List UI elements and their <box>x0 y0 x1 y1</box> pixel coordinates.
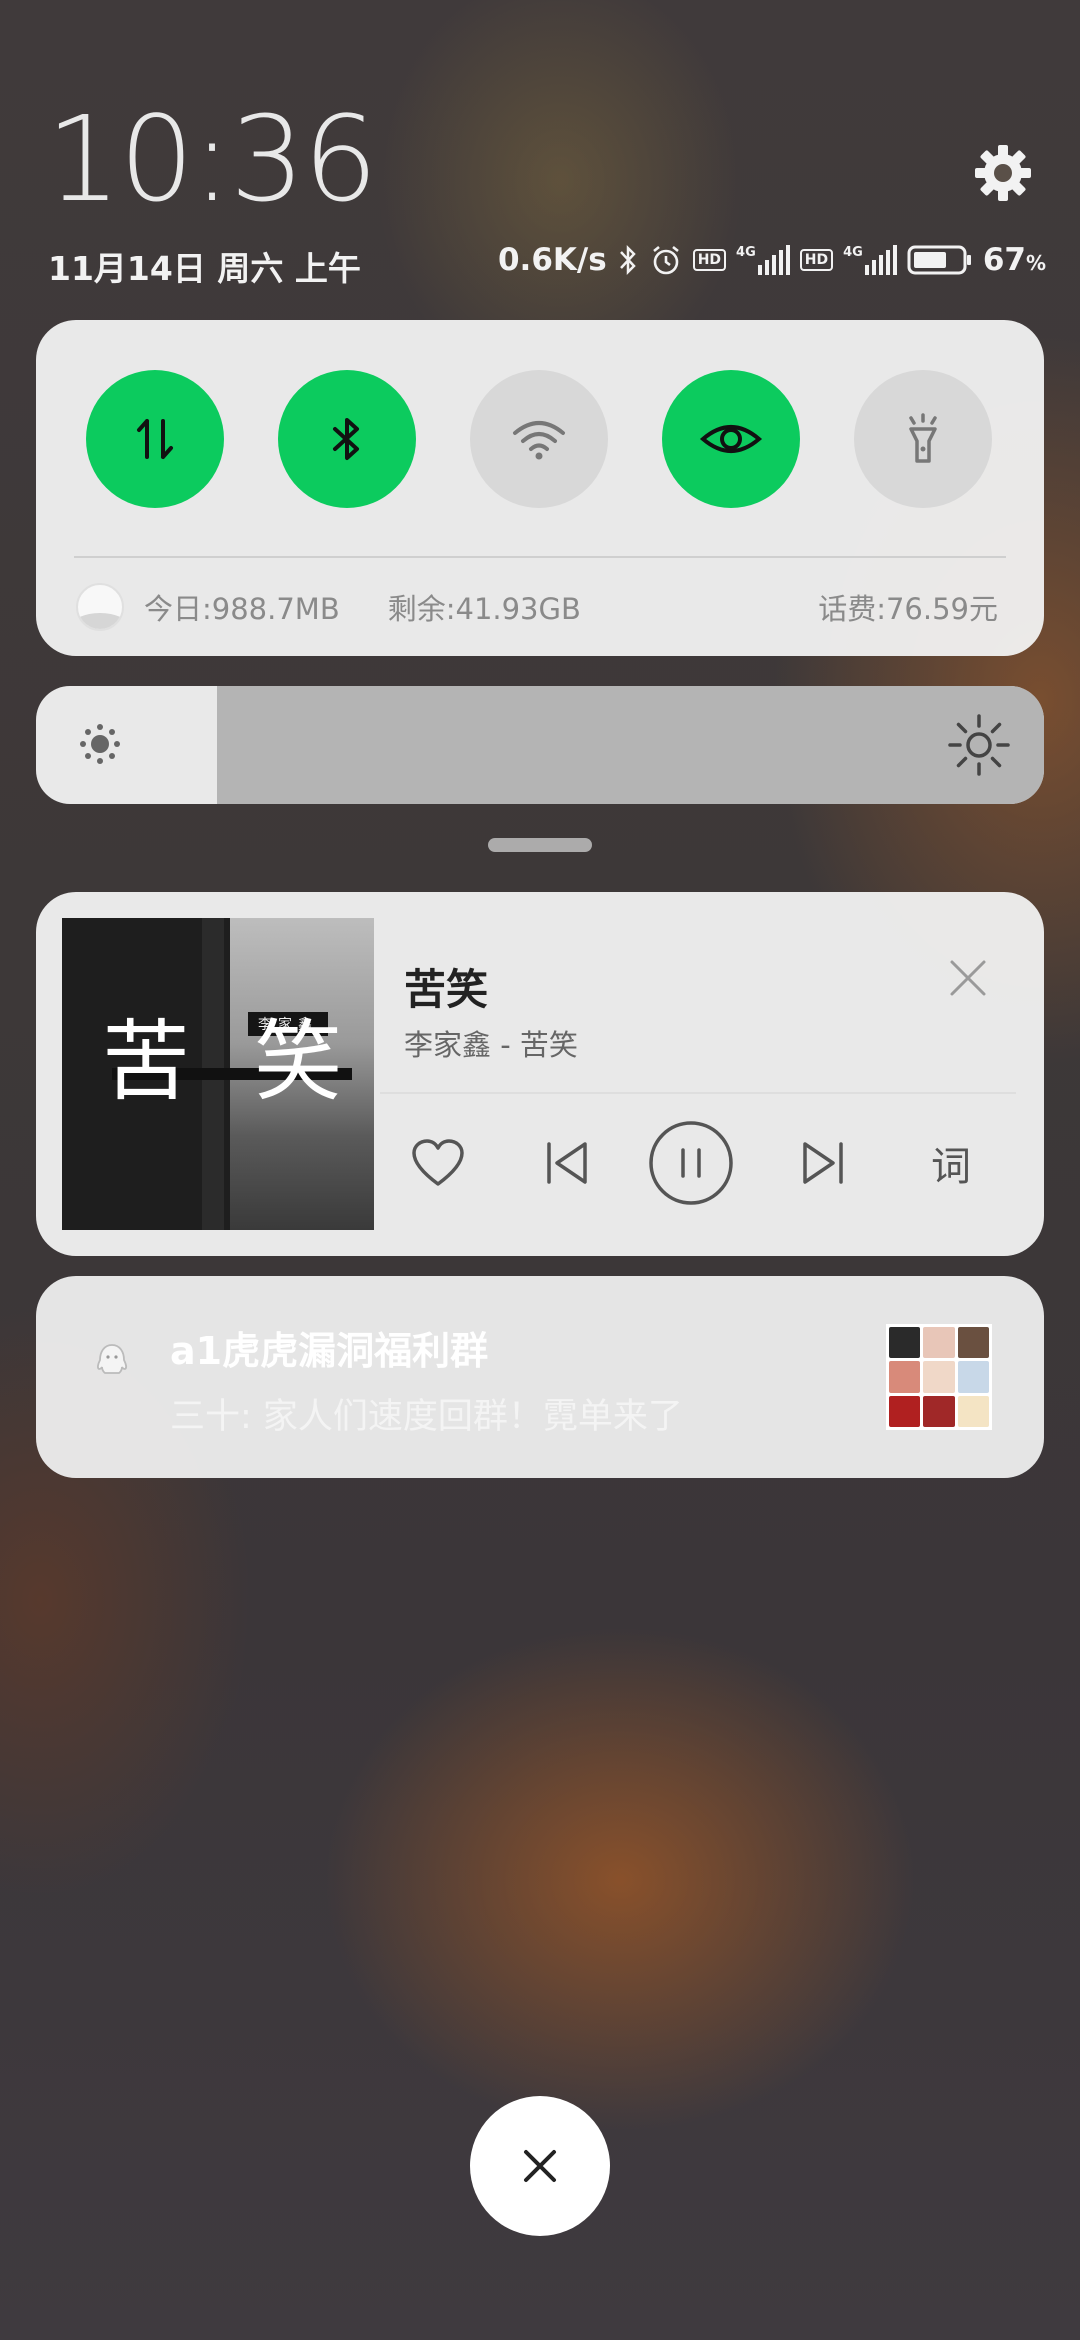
album-art-text-2: 笑 <box>254 1010 343 1113</box>
notification-title: a1虎虎漏洞福利群 <box>170 1329 489 1373</box>
data-usage-row[interactable]: 今日:988.7MB 剩余:41.93GB 话费:76.59元 <box>76 582 998 632</box>
data-remaining: 剩余:41.93GB <box>387 592 581 626</box>
wifi-toggle[interactable] <box>470 370 608 508</box>
clear-all-button[interactable] <box>470 2096 610 2236</box>
battery-percent: 67% <box>982 242 1046 278</box>
battery-icon <box>907 245 971 275</box>
previous-button[interactable] <box>521 1118 611 1208</box>
lyrics-button[interactable]: 词 <box>906 1118 996 1208</box>
pause-icon <box>649 1121 733 1205</box>
bluetooth-icon <box>333 418 359 460</box>
brightness-low-icon <box>80 724 120 764</box>
next-button[interactable] <box>779 1118 869 1208</box>
song-title: 苦笑 <box>404 965 489 1014</box>
album-art-text-1: 苦 <box>102 1010 191 1113</box>
flashlight-icon <box>909 413 937 463</box>
album-art: 李家鑫 苦 笑 <box>62 918 374 1230</box>
quick-settings-panel: 今日:988.7MB 剩余:41.93GB 话费:76.59元 <box>36 320 1044 656</box>
mobile-data-icon <box>137 419 173 459</box>
pause-button[interactable] <box>646 1118 736 1208</box>
qq-app-icon <box>97 1344 127 1374</box>
music-divider <box>380 1092 1016 1094</box>
group-avatar-thumbnail <box>886 1324 992 1430</box>
net-type-2: 4G <box>843 245 863 260</box>
eye-comfort-toggle[interactable] <box>662 370 800 508</box>
notification-card[interactable]: a1虎虎漏洞福利群 三十: 家人们速度回群！霓单来了 <box>36 1276 1044 1478</box>
song-artist: 李家鑫 - 苦笑 <box>404 1028 578 1062</box>
settings-gear-icon[interactable] <box>972 142 1034 204</box>
wifi-icon <box>513 421 565 460</box>
hd-voice-badge-2: HD <box>799 249 834 271</box>
brightness-slider[interactable] <box>36 686 1044 804</box>
phone-balance: 话费:76.59元 <box>818 592 998 626</box>
data-today: 今日:988.7MB <box>144 592 340 626</box>
heart-icon <box>412 1139 464 1186</box>
eye-icon <box>699 425 763 453</box>
status-bar: 0.6K/s HD 4G HD 4G 67% <box>498 240 1046 280</box>
signal-1-icon: 4G <box>736 245 790 275</box>
date-label: 11月14日 周六 上午 <box>48 249 361 288</box>
close-icon[interactable] <box>942 952 994 1004</box>
notification-body: 三十: 家人们速度回群！霓单来了 <box>170 1397 683 1437</box>
bluetooth-status-icon <box>619 244 636 276</box>
mobile-data-toggle[interactable] <box>86 370 224 508</box>
hd-voice-badge: HD <box>692 249 727 271</box>
drag-handle[interactable] <box>488 838 592 852</box>
net-type-1: 4G <box>736 245 756 260</box>
brightness-track-remaining <box>217 686 1044 804</box>
flashlight-toggle[interactable] <box>854 370 992 508</box>
music-player-card[interactable]: 李家鑫 苦 笑 苦笑 李家鑫 - 苦笑 词 <box>36 892 1044 1256</box>
alarm-icon <box>652 245 679 275</box>
bluetooth-toggle[interactable] <box>278 370 416 508</box>
close-icon <box>524 2150 556 2182</box>
network-speed: 0.6K/s <box>497 242 607 278</box>
data-usage-logo-icon <box>76 583 124 631</box>
like-button[interactable] <box>393 1118 483 1208</box>
skip-next-icon <box>803 1142 843 1184</box>
quick-settings-divider <box>74 556 1006 558</box>
skip-previous-icon <box>547 1142 587 1184</box>
clock: 10:36 <box>46 90 378 228</box>
brightness-high-icon <box>948 714 1010 776</box>
signal-2-icon: 4G <box>843 245 897 275</box>
